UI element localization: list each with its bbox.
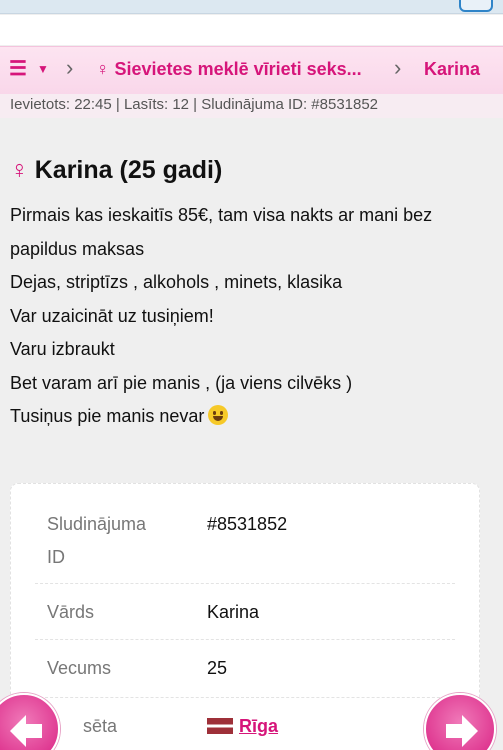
description-line: Pirmais kas ieskaitīs 85€, tam visa nakt… (10, 205, 433, 259)
city-value: Rīga (207, 710, 278, 743)
next-ad-button[interactable] (424, 693, 496, 750)
age-label: Vecums (47, 658, 112, 678)
ad-id-label: Sludinājuma ID (47, 514, 147, 567)
details-row-id: Sludinājuma ID #8531852 (35, 504, 455, 584)
venus-icon: ♀ (96, 59, 115, 79)
ad-description: Pirmais kas ieskaitīs 85€, tam visa nakt… (10, 199, 490, 434)
ad-details-card: Sludinājuma ID #8531852 Vārds Karina Vec… (10, 483, 480, 750)
description-line: Varu izbraukt (10, 339, 115, 359)
chevron-right-icon: › (394, 55, 402, 80)
arrow-right-icon (446, 715, 478, 747)
list-icon[interactable]: ☰ (9, 59, 27, 79)
city-label: sēta (83, 716, 118, 736)
top-toolbar (0, 0, 503, 14)
title-text: Karina (25 gadi) (34, 156, 223, 184)
breadcrumb-current: Karina (424, 59, 481, 79)
header-spacer (0, 15, 503, 45)
grinning-face-icon (208, 405, 229, 425)
description-line: Var uzaicināt uz tusiņiem! (10, 305, 214, 326)
description-line-last: Tusiņus pie manis nevar (10, 400, 490, 434)
age-value: 25 (207, 658, 228, 678)
description-line: Dejas, striptīzs , alkohols , minets, kl… (10, 272, 343, 292)
details-row-name: Vārds Karina (35, 584, 455, 640)
description-line: Bet varam arī pie manis , (ja viens cilv… (10, 372, 353, 393)
toolbar-button[interactable] (459, 0, 493, 12)
name-value: Karina (207, 602, 260, 622)
breadcrumb-category-link[interactable]: ♀ Sievietes meklē vīrieti seks... (96, 58, 362, 80)
arrow-left-icon (10, 715, 42, 747)
ad-meta-text: Ievietots: 22:45 | Lasīts: 12 | Sludināj… (10, 96, 379, 113)
venus-icon: ♀ (10, 156, 29, 184)
chevron-down-icon[interactable]: ▼ (37, 62, 49, 76)
ad-meta: Ievietots: 22:45 | Lasīts: 12 | Sludināj… (0, 94, 503, 118)
details-row-age: Vecums 25 (35, 640, 455, 698)
chevron-right-icon: › (66, 55, 74, 80)
ad-id-value: #8531852 (207, 514, 288, 534)
details-row-city: sēta Rīga (35, 698, 455, 750)
latvia-flag-icon (207, 718, 233, 734)
city-link[interactable]: Rīga (239, 716, 278, 736)
page-title: ♀ Karina (25 gadi) (10, 155, 222, 185)
description-line: Tusiņus pie manis nevar (10, 406, 205, 426)
breadcrumb: ☰ ▼ › ♀ Sievietes meklē vīrieti seks... … (0, 46, 503, 94)
breadcrumb-category-label: Sievietes meklē vīrieti seks... (114, 59, 362, 79)
name-label: Vārds (47, 602, 95, 622)
